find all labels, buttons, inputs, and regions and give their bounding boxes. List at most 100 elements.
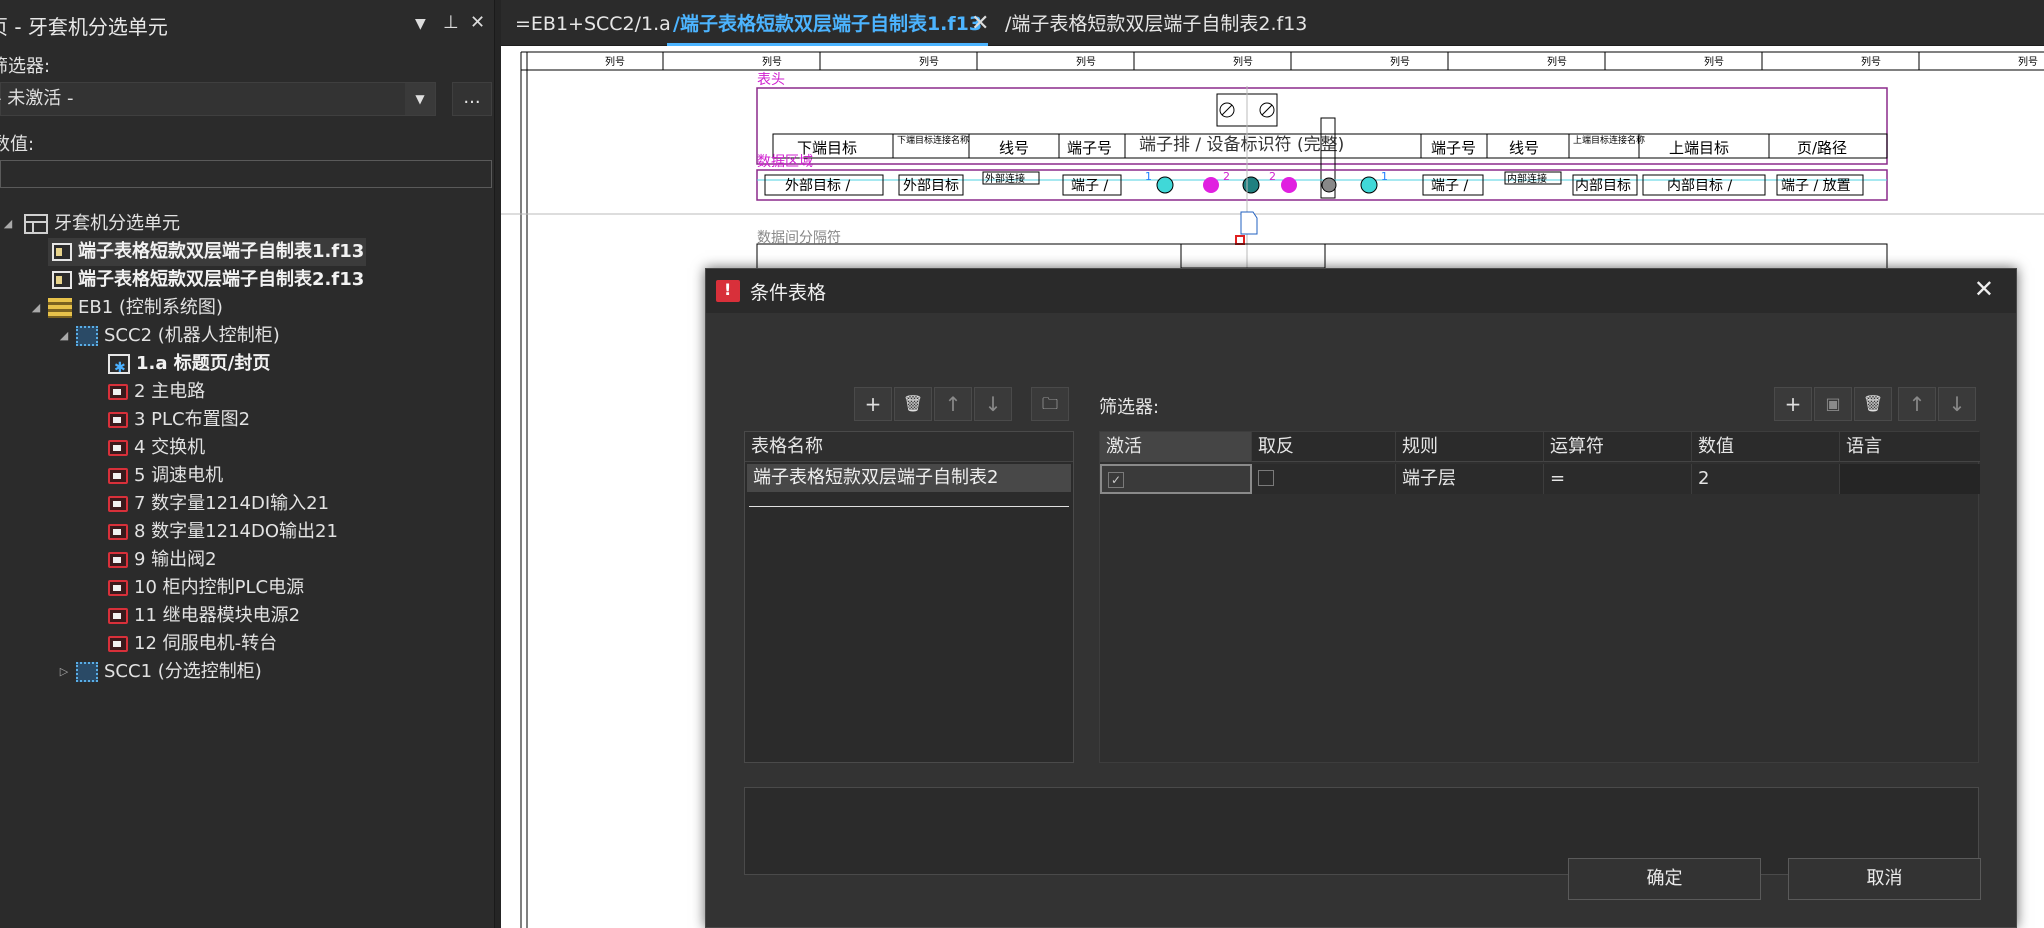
tree-item-plant[interactable]: ◢ EB1 (控制系统图)	[28, 294, 223, 322]
grid-header-operator: 运算符	[1544, 432, 1692, 462]
negate-checkbox[interactable]	[1258, 469, 1274, 486]
tree-item-page[interactable]: 1.a 标题页/封页	[108, 350, 270, 382]
tree-item-location-scc2[interactable]: ◢ SCC2 (机器人控制柜)	[56, 322, 280, 350]
chevron-down-icon[interactable]: ▼	[405, 83, 435, 115]
filter-grid: 激活 取反 规则 运算符 数值 语言 ✓ 端子层 = 2	[1099, 431, 1980, 763]
collapse-arrow-icon[interactable]: ◢	[0, 210, 16, 238]
col-label: 端子号	[1067, 139, 1112, 157]
list-divider	[749, 506, 1069, 507]
page-icon	[108, 580, 128, 596]
dialog-title: 条件表格	[750, 281, 827, 304]
cancel-button[interactable]: 取消	[1788, 858, 1981, 900]
tree-item-label: 5 调速电机	[134, 465, 224, 486]
tree-item-label: 11 继电器模块电源2	[134, 605, 301, 626]
tab-form2[interactable]: /端子表格短款双层端子自制表2.f13	[1005, 8, 1307, 46]
grid-header-rule: 规则	[1396, 432, 1544, 462]
tab-page-1a[interactable]: =EB1+SCC2/1.a	[515, 8, 671, 46]
operator-cell[interactable]: =	[1544, 464, 1692, 494]
list-header: 表格名称	[745, 432, 1073, 462]
filter-select[interactable]: - 未激活 - ▼	[0, 82, 436, 116]
tree-item-location-scc1[interactable]: ▷ SCC1 (分选控制柜)	[56, 658, 262, 686]
tree-item-page[interactable]: 8 数字量1214DO输出21	[108, 518, 338, 546]
close-icon[interactable]: ✕	[470, 12, 485, 33]
delete-icon[interactable]: 🗑	[894, 387, 932, 421]
page-icon	[108, 636, 128, 652]
add-icon[interactable]: +	[1774, 387, 1812, 421]
ruler-column-label: 列号	[2018, 55, 2038, 68]
language-cell[interactable]	[1840, 464, 1980, 494]
move-up-icon[interactable]: ↑	[934, 387, 972, 421]
ruler-column-label: 列号	[1390, 55, 1410, 68]
list-item[interactable]: 端子表格短款双层端子自制表2	[747, 464, 1071, 492]
move-down-icon[interactable]: ↓	[1938, 387, 1976, 421]
grid-header-value: 数值	[1692, 432, 1840, 462]
filter-select-value: - 未激活 -	[0, 88, 74, 109]
ruler-column-label: 列号	[762, 55, 782, 68]
delete-icon[interactable]: 🗑	[1854, 387, 1892, 421]
terminal-number: 1	[1381, 170, 1388, 183]
tree-item-page[interactable]: 2 主电路	[108, 378, 205, 406]
cover-page-icon	[108, 354, 130, 382]
tree-item-page[interactable]: 5 调速电机	[108, 462, 223, 490]
chevron-down-icon[interactable]: ▼	[415, 16, 426, 32]
collapse-arrow-icon[interactable]: ◢	[56, 322, 72, 350]
page-icon	[108, 524, 128, 540]
panel-title: 页 - 牙套机分选单元	[0, 14, 168, 39]
tree-item-page[interactable]: 10 柜内控制PLC电源	[108, 574, 304, 602]
header-area-label: 表头	[757, 72, 785, 88]
tree-item-page[interactable]: 7 数字量1214DI输入21	[108, 490, 329, 518]
data-cell: 内部连接	[1507, 172, 1547, 185]
tree-item-form2[interactable]: 端子表格短款双层端子自制表2.f13	[48, 266, 364, 294]
active-checkbox[interactable]: ✓	[1108, 471, 1124, 488]
folder-icon[interactable]: 🗀	[1031, 387, 1069, 421]
pin-icon[interactable]: ⊥	[443, 12, 459, 33]
tree-item-label: 4 交换机	[134, 437, 206, 458]
filter-label: 筛选器:	[1099, 397, 1160, 418]
tree-item-label: 8 数字量1214DO输出21	[134, 521, 338, 542]
ruler-column-label: 列号	[1547, 55, 1567, 68]
terminal-number: 2	[1223, 170, 1230, 183]
form-icon	[52, 243, 72, 261]
collapse-arrow-icon[interactable]: ◢	[28, 294, 44, 322]
page-icon	[108, 412, 128, 428]
move-up-icon[interactable]: ↑	[1898, 387, 1936, 421]
tab-form1[interactable]: /端子表格短款双层端子自制表1.f13	[667, 8, 989, 46]
tree-item-page[interactable]: 3 PLC布置图2	[108, 406, 250, 434]
tree-item-label: SCC1 (分选控制柜)	[104, 661, 262, 682]
grid-header-language: 语言	[1840, 432, 1980, 462]
tree-item-label: 7 数字量1214DI输入21	[134, 493, 330, 514]
move-down-icon[interactable]: ↓	[974, 387, 1012, 421]
close-icon[interactable]: ✕	[1974, 275, 1994, 303]
rule-cell[interactable]: 端子层	[1396, 464, 1544, 494]
tree-item-page[interactable]: 4 交换机	[108, 434, 205, 462]
tree-item-label: 9 输出阀2	[134, 549, 217, 570]
expand-arrow-icon[interactable]: ▷	[56, 658, 72, 686]
tree-item-label: 端子表格短款双层端子自制表1.f13	[78, 241, 365, 262]
tree-item-project[interactable]: ◢ 牙套机分选单元	[0, 210, 180, 238]
tree-item-label: 牙套机分选单元	[54, 213, 180, 234]
add-icon[interactable]: +	[854, 387, 892, 421]
location-icon	[76, 326, 98, 346]
tree-item-page[interactable]: 9 输出阀2	[108, 546, 217, 574]
save-icon[interactable]: ▣	[1814, 387, 1852, 421]
dialog-body: + 🗑 ↑ ↓ 🗀 表格名称 端子表格短款双层端子自制表2 筛选器: + ▣ 🗑…	[706, 313, 2016, 927]
condition-table-dialog: 条件表格 ✕ + 🗑 ↑ ↓ 🗀 表格名称 端子表格短款双层端子自制表2 筛选器…	[705, 268, 2017, 928]
tree-item-form1[interactable]: 端子表格短款双层端子自制表1.f13	[48, 238, 366, 266]
tree-item-page[interactable]: 12 伺服电机-转台	[108, 630, 277, 658]
tree-item-label: 10 柜内控制PLC电源	[134, 577, 305, 598]
data-cell: 内部目标	[1575, 178, 1631, 194]
app-logo-icon	[716, 280, 740, 302]
tree-item-page[interactable]: 11 继电器模块电源2	[108, 602, 300, 630]
value-label: 数值:	[0, 134, 35, 155]
location-icon	[76, 662, 98, 682]
page-icon	[108, 384, 128, 400]
active-checkbox-cell[interactable]: ✓	[1100, 464, 1252, 494]
data-cell: 外部目标 /	[785, 178, 850, 194]
col-label: 线号	[999, 139, 1029, 157]
close-icon[interactable]: ✕	[971, 8, 989, 40]
negate-checkbox-cell[interactable]	[1252, 464, 1396, 494]
value-field[interactable]	[0, 160, 492, 188]
value-cell[interactable]: 2	[1692, 464, 1840, 494]
ok-button[interactable]: 确定	[1568, 858, 1761, 900]
filter-more-button[interactable]: ...	[452, 82, 492, 116]
